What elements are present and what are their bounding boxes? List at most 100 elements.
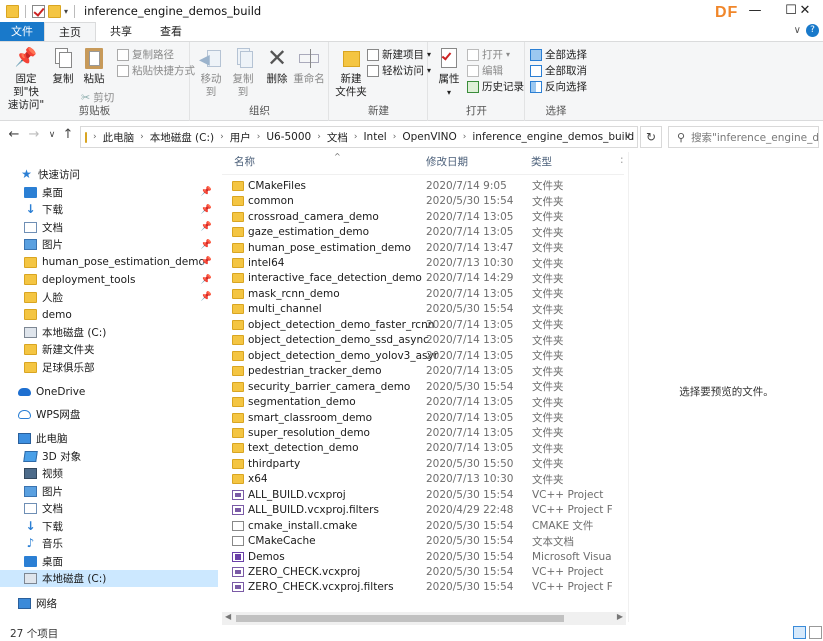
history-button[interactable]: 历史记录 bbox=[467, 79, 524, 94]
breadcrumb-local-disk[interactable]: 本地磁盘 (C:) bbox=[150, 130, 214, 145]
breadcrumb-current[interactable]: inference_engine_demos_build bbox=[472, 131, 634, 143]
file-row[interactable]: smart_classroom_demo 2020/7/14 13:05 文件夹 bbox=[232, 410, 624, 426]
horizontal-scrollbar[interactable]: ◀ ▶ bbox=[222, 612, 626, 625]
nav-item-demo[interactable]: demo bbox=[0, 306, 218, 323]
invert-selection-button[interactable]: 反向选择 bbox=[530, 79, 587, 94]
file-row[interactable]: object_detection_demo_yolov3_async 2020/7… bbox=[232, 348, 624, 364]
recent-locations-chevron-icon[interactable]: ∨ bbox=[44, 130, 60, 140]
file-row[interactable]: text_detection_demo 2020/7/14 13:05 文件夹 bbox=[232, 441, 624, 457]
nav-pc-pictures[interactable]: 图片 bbox=[0, 483, 218, 500]
nav-pc-videos[interactable]: 视频 bbox=[0, 465, 218, 482]
breadcrumb-intel[interactable]: Intel bbox=[363, 131, 386, 143]
file-row[interactable]: ZERO_CHECK.vcxproj 2020/5/30 15:54 VC++ Pr… bbox=[232, 564, 624, 580]
copy-to-button[interactable]: 复制到 bbox=[228, 46, 258, 99]
new-item-button[interactable]: 新建项目 ▾ bbox=[367, 47, 431, 62]
column-header-type[interactable]: 类型 bbox=[531, 154, 552, 174]
paste-button[interactable]: 粘贴 bbox=[80, 46, 108, 86]
nav-pc-documents[interactable]: 文档 bbox=[0, 500, 218, 517]
breadcrumb-documents[interactable]: 文档 bbox=[327, 130, 348, 145]
nav-item-documents[interactable]: 文档 📌 bbox=[0, 219, 218, 236]
nav-pc-music[interactable]: ♪ 音乐 bbox=[0, 535, 218, 552]
scroll-left-arrow-icon[interactable]: ◀ bbox=[225, 612, 231, 621]
properties-checkbox-icon[interactable] bbox=[32, 4, 45, 18]
nav-wps[interactable]: WPS网盘 bbox=[0, 406, 218, 423]
move-to-button[interactable]: ◀ 移动到 bbox=[196, 46, 226, 99]
file-row[interactable]: CMakeFiles 2020/7/14 9:05 文件夹 bbox=[232, 178, 624, 194]
file-row[interactable]: super_resolution_demo 2020/7/14 13:05 文件夹 bbox=[232, 425, 624, 441]
paste-shortcut-button[interactable]: 粘贴快捷方式 bbox=[117, 63, 195, 78]
nav-item-new-folder[interactable]: 新建文件夹 bbox=[0, 341, 218, 358]
nav-pc-downloads[interactable]: ↓ 下载 bbox=[0, 518, 218, 535]
scroll-right-arrow-icon[interactable]: ▶ bbox=[617, 612, 623, 621]
nav-pc-desktop[interactable]: 桌面 bbox=[0, 553, 218, 570]
select-none-button[interactable]: 全部取消 bbox=[530, 63, 587, 78]
tab-home[interactable]: 主页 bbox=[44, 22, 96, 42]
file-row[interactable]: segmentation_demo 2020/7/14 13:05 文件夹 bbox=[232, 394, 624, 410]
file-row[interactable]: security_barrier_camera_demo 2020/5/30 15… bbox=[232, 379, 624, 395]
column-header-date[interactable]: 修改日期 bbox=[426, 154, 468, 174]
copy-path-button[interactable]: 复制路径 bbox=[117, 47, 174, 62]
minimize-button[interactable]: — bbox=[737, 0, 773, 22]
scrollbar-thumb[interactable] bbox=[236, 615, 564, 622]
breadcrumb-user[interactable]: U6-5000 bbox=[266, 131, 311, 143]
nav-pc-local-disk[interactable]: 本地磁盘 (C:) bbox=[0, 570, 218, 587]
edit-button[interactable]: 编辑 bbox=[467, 63, 503, 78]
back-arrow-icon[interactable]: ← bbox=[6, 127, 22, 142]
file-row[interactable]: Demos 2020/5/30 15:54 Microsoft Visual... bbox=[232, 549, 624, 565]
file-row[interactable]: multi_channel 2020/5/30 15:54 文件夹 bbox=[232, 302, 624, 318]
nav-network[interactable]: 网络 bbox=[0, 595, 218, 612]
file-row[interactable]: ALL_BUILD.vcxproj.filters 2020/4/29 22:48… bbox=[232, 502, 624, 518]
file-row[interactable]: CMakeCache 2020/5/30 15:54 文本文档 bbox=[232, 533, 624, 549]
nav-item-desktop[interactable]: 桌面 📌 bbox=[0, 184, 218, 201]
nav-quick-access[interactable]: ★ 快速访问 bbox=[0, 166, 218, 183]
file-row[interactable]: mask_rcnn_demo 2020/7/14 13:05 文件夹 bbox=[232, 286, 624, 302]
address-bar[interactable]: › 此电脑 › 本地磁盘 (C:) › 用户 › U6-5000 › 文档 › … bbox=[80, 126, 638, 148]
breadcrumb-users[interactable]: 用户 bbox=[230, 130, 251, 145]
file-row[interactable]: intel64 2020/7/13 10:30 文件夹 bbox=[232, 255, 624, 271]
nav-item-football-club[interactable]: 足球俱乐部 bbox=[0, 359, 218, 376]
customize-toolbar-chevron-icon[interactable]: ▾ bbox=[64, 7, 68, 16]
address-dropdown-chevron-icon[interactable]: ∨ bbox=[624, 131, 631, 141]
refresh-button[interactable]: ↻ bbox=[640, 126, 662, 148]
breadcrumb-this-pc[interactable]: 此电脑 bbox=[103, 130, 135, 145]
file-row[interactable]: ALL_BUILD.vcxproj 2020/5/30 15:54 VC++ Pro… bbox=[232, 487, 624, 503]
nav-item-local-disk-quick[interactable]: 本地磁盘 (C:) bbox=[0, 324, 218, 341]
close-button[interactable]: ✕ bbox=[787, 0, 823, 22]
nav-item-deployment-tools[interactable]: deployment_tools 📌 bbox=[0, 271, 218, 288]
search-box[interactable]: ⚲ 搜索"inference_engine_de... bbox=[668, 126, 819, 148]
file-row[interactable]: crossroad_camera_demo 2020/7/14 13:05 文件夹 bbox=[232, 209, 624, 225]
file-row[interactable]: common 2020/5/30 15:54 文件夹 bbox=[232, 193, 624, 209]
help-icon[interactable]: ? bbox=[806, 24, 819, 37]
file-row[interactable]: pedestrian_tracker_demo 2020/7/14 13:05 文件… bbox=[232, 363, 624, 379]
tab-view[interactable]: 查看 bbox=[146, 22, 196, 42]
nav-this-pc[interactable]: 此电脑 bbox=[0, 430, 218, 447]
file-row[interactable]: human_pose_estimation_demo 2020/7/14 13:4… bbox=[232, 240, 624, 256]
open-button[interactable]: 打开 ▾ bbox=[467, 47, 510, 62]
up-arrow-icon[interactable]: ↑ bbox=[60, 127, 76, 142]
file-row[interactable]: gaze_estimation_demo 2020/7/14 13:05 文件夹 bbox=[232, 224, 624, 240]
nav-pc-3d-objects[interactable]: 3D 对象 bbox=[0, 448, 218, 465]
new-folder-quick-icon[interactable] bbox=[48, 4, 61, 18]
nav-item-pictures[interactable]: 图片 📌 bbox=[0, 236, 218, 253]
file-row[interactable]: cmake_install.cmake 2020/5/30 15:54 CMAKE … bbox=[232, 518, 624, 534]
file-row[interactable]: object_detection_demo_ssd_async 2020/7/14… bbox=[232, 333, 624, 349]
new-folder-button[interactable]: 新建 文件夹 bbox=[334, 46, 368, 99]
copy-button[interactable]: 复制 bbox=[50, 46, 76, 86]
file-row[interactable]: thirdparty 2020/5/30 15:50 文件夹 bbox=[232, 456, 624, 472]
delete-button[interactable]: ✕ 删除 bbox=[265, 46, 289, 86]
file-row[interactable]: object_detection_demo_faster_rcnn 2020/7/… bbox=[232, 317, 624, 333]
rename-button[interactable]: 重命名 bbox=[293, 46, 325, 86]
breadcrumb-openvino[interactable]: OpenVINO bbox=[402, 131, 456, 143]
nav-onedrive[interactable]: OneDrive bbox=[0, 383, 218, 400]
file-row[interactable]: x64 2020/7/13 10:30 文件夹 bbox=[232, 472, 624, 488]
properties-button[interactable]: 属性 ▾ bbox=[435, 46, 463, 99]
nav-item-downloads[interactable]: ↓ 下载 📌 bbox=[0, 201, 218, 218]
details-view-icon[interactable] bbox=[793, 626, 806, 639]
column-header-name[interactable]: 名称 ^ bbox=[234, 152, 341, 174]
forward-arrow-icon[interactable]: → bbox=[26, 127, 42, 142]
select-all-button[interactable]: 全部选择 bbox=[530, 47, 587, 62]
tab-share[interactable]: 共享 bbox=[96, 22, 146, 42]
nav-item-face[interactable]: 人脸 📌 bbox=[0, 289, 218, 306]
column-resize-handle[interactable]: : bbox=[620, 154, 624, 174]
large-icons-view-icon[interactable] bbox=[809, 626, 822, 639]
